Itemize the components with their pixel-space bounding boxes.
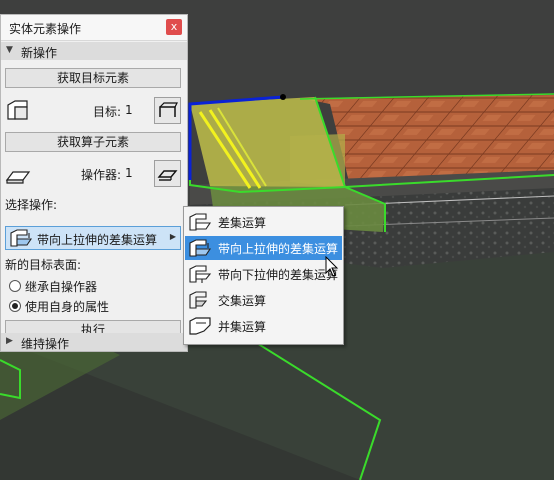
palette-title-bar[interactable]: 实体元素操作 x xyxy=(1,15,187,41)
expand-arrow-icon: ▶ xyxy=(6,336,13,346)
menu-item-label: 并集运算 xyxy=(218,320,267,334)
submenu-arrow-icon: ▶ xyxy=(169,232,176,241)
menu-item-intersection[interactable]: 交集运算 xyxy=(185,288,342,312)
menu-item-union[interactable]: 并集运算 xyxy=(185,314,342,338)
subtraction-upward-icon xyxy=(189,239,212,257)
get-operator-elements-button[interactable]: 获取算子元素 xyxy=(5,132,181,152)
radio-inherit-from-operator[interactable]: 继承自操作器 xyxy=(9,278,97,295)
close-button[interactable]: x xyxy=(166,19,182,35)
menu-item-label: 差集运算 xyxy=(218,216,267,230)
target-count: 1 xyxy=(125,103,133,117)
section-new-operations[interactable]: ▼ 新操作 xyxy=(1,42,187,60)
subtraction-downward-icon xyxy=(189,265,212,283)
operator-slab-icon xyxy=(157,170,178,181)
operator-count: 1 xyxy=(125,166,133,180)
get-target-elements-button[interactable]: 获取目标元素 xyxy=(5,68,181,88)
target-pick-button[interactable] xyxy=(154,97,181,124)
section-keep-operations-label: 维持操作 xyxy=(21,337,70,351)
menu-item-subtraction-downward[interactable]: 带向下拉伸的差集运算 xyxy=(185,262,342,286)
target-element-icon xyxy=(7,100,28,120)
operator-element-icon xyxy=(5,171,31,184)
radio-use-own-attributes[interactable]: 使用自身的属性 xyxy=(9,298,109,315)
intersection-icon xyxy=(189,291,208,309)
subtraction-icon xyxy=(189,213,212,231)
radio-own-label: 使用自身的属性 xyxy=(25,300,110,314)
operation-select-value: 带向上拉伸的差集运算 xyxy=(37,233,158,247)
menu-item-subtraction-upward[interactable]: 带向上拉伸的差集运算 xyxy=(185,236,342,260)
new-target-surface-label: 新的目标表面: xyxy=(5,258,82,272)
operation-dropdown-menu: 差集运算 带向上拉伸的差集运算 带向下拉伸的差集运算 交集运算 并集运算 xyxy=(183,206,344,345)
palette-title: 实体元素操作 xyxy=(9,22,82,36)
target-table-icon xyxy=(159,102,178,117)
menu-item-subtraction[interactable]: 差集运算 xyxy=(185,210,342,234)
menu-item-label: 交集运算 xyxy=(218,294,267,308)
mouse-cursor-icon xyxy=(325,256,339,277)
solid-element-operations-palette: 实体元素操作 x ▼ 新操作 获取目标元素 目标: 1 获取算子元素 操作器: … xyxy=(0,14,188,352)
operator-label: 操作器: xyxy=(81,168,122,182)
menu-item-label: 带向下拉伸的差集运算 xyxy=(218,268,339,282)
operator-pick-button[interactable] xyxy=(154,160,181,187)
radio-inherit-indicator[interactable] xyxy=(9,280,21,292)
section-new-operations-label: 新操作 xyxy=(21,46,58,60)
section-keep-operations[interactable]: ▶ 维持操作 xyxy=(1,333,187,351)
radio-own-indicator[interactable] xyxy=(9,300,21,312)
union-icon xyxy=(189,317,211,335)
operation-select[interactable]: 带向上拉伸的差集运算 ▶ xyxy=(5,226,181,250)
subtraction-upward-icon xyxy=(10,229,33,247)
collapse-arrow-icon: ▼ xyxy=(6,45,13,55)
choose-operation-label: 选择操作: xyxy=(5,198,58,212)
radio-inherit-label: 继承自操作器 xyxy=(25,280,98,294)
target-label: 目标: xyxy=(93,105,122,119)
menu-item-label: 带向上拉伸的差集运算 xyxy=(218,242,339,256)
